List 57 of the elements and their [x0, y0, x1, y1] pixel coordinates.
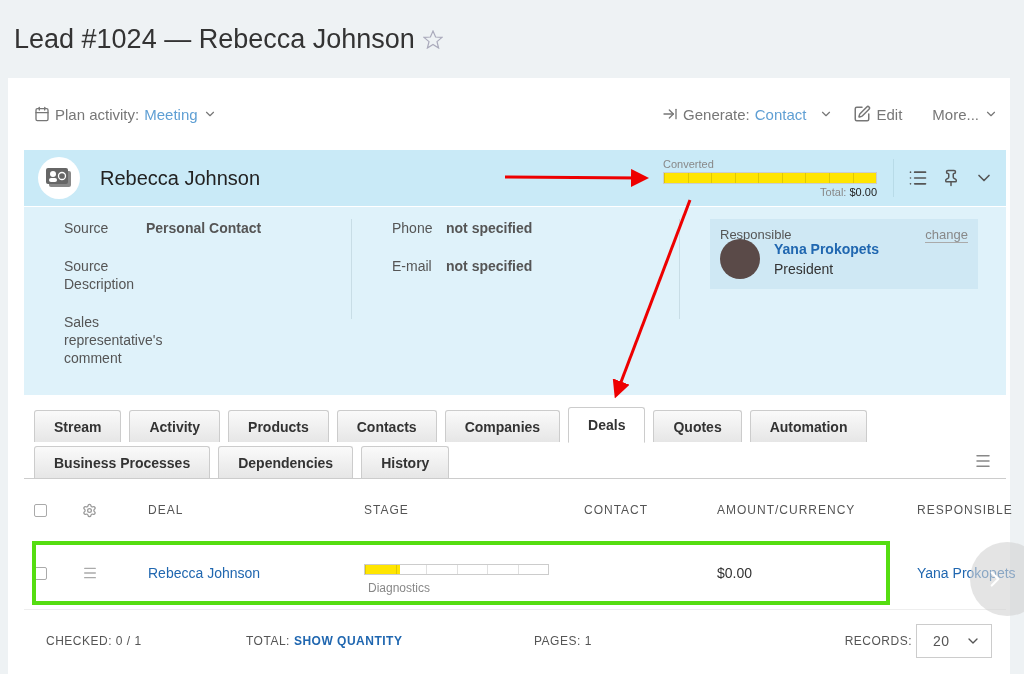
checked-count: CHECKED: 0 / 1 — [46, 633, 143, 648]
column-header[interactable]: AMOUNT/CURRENCY — [717, 503, 917, 517]
column-header[interactable]: RESPONSIBLE — [917, 503, 1013, 517]
tab[interactable]: Products — [228, 410, 329, 442]
column-header[interactable]: STAGE — [364, 503, 584, 517]
pin-icon[interactable] — [942, 169, 960, 187]
edit-icon — [853, 105, 872, 123]
generate-button[interactable]: Generate: Contact — [662, 105, 834, 123]
column-header[interactable]: CONTACT — [584, 503, 717, 517]
field-label: Source Description — [64, 257, 136, 293]
field-label: Source — [64, 219, 110, 237]
tab[interactable]: Activity — [129, 410, 221, 442]
records-label: RECORDS: — [844, 633, 912, 648]
total-amount: Total: $0.00 — [820, 186, 877, 198]
star-icon[interactable] — [422, 29, 443, 49]
field-label: Sales representative's comment — [64, 313, 164, 367]
stage-label: Converted — [663, 158, 714, 170]
total-label: TOTAL: — [246, 633, 290, 648]
menu-icon[interactable] — [974, 452, 992, 470]
table-cell-text: $0.00 — [717, 565, 754, 581]
settings-icon[interactable] — [82, 502, 97, 518]
drag-handle-icon[interactable] — [82, 565, 98, 581]
lead-name: Rebecca Johnson — [100, 166, 261, 190]
responsible-label: Responsible — [720, 227, 792, 243]
calendar-icon — [34, 106, 50, 122]
tab[interactable]: Business Processes — [34, 446, 211, 478]
tab[interactable]: Deals — [568, 407, 646, 443]
page-title: Lead #1024 — Rebecca Johnson — [14, 23, 415, 55]
more-button[interactable]: More... — [932, 105, 998, 123]
tab[interactable]: Stream — [34, 410, 122, 442]
field-label: Phone — [392, 219, 434, 237]
tab[interactable]: Quotes — [653, 410, 742, 442]
deal-link[interactable]: Rebecca Johnson — [148, 565, 364, 581]
stage-name: Diagnostics — [367, 580, 432, 595]
list-icon[interactable] — [908, 168, 928, 188]
show-quantity-link[interactable]: SHOW QUANTITY — [293, 633, 403, 648]
responsible-name[interactable]: Yana Prokopets — [774, 241, 880, 257]
field-value: Personal Contact — [146, 219, 262, 237]
responsible-link[interactable]: Yana Prokopets — [917, 565, 1016, 581]
tab[interactable]: Automation — [749, 410, 868, 442]
field-value: not specified — [446, 257, 533, 275]
edit-button[interactable]: Edit — [853, 105, 903, 123]
field-label: E-mail — [392, 257, 433, 275]
pages-count: PAGES: 1 — [534, 633, 592, 648]
contact-card-icon — [38, 157, 80, 199]
tab[interactable]: History — [361, 446, 450, 478]
arrow-icon — [662, 106, 679, 122]
responsible-position: President — [774, 261, 835, 277]
tab[interactable]: Dependencies — [218, 446, 354, 478]
tab[interactable]: Companies — [444, 410, 561, 442]
tab[interactable]: Contacts — [336, 410, 437, 442]
plan-activity-button[interactable]: Plan activity: Meeting — [34, 105, 217, 123]
avatar-placeholder — [720, 239, 760, 279]
records-select[interactable]: 20 — [916, 623, 992, 658]
field-value: not specified — [446, 219, 533, 237]
column-header[interactable]: DEAL — [148, 503, 364, 517]
select-all-checkbox[interactable] — [34, 503, 47, 517]
